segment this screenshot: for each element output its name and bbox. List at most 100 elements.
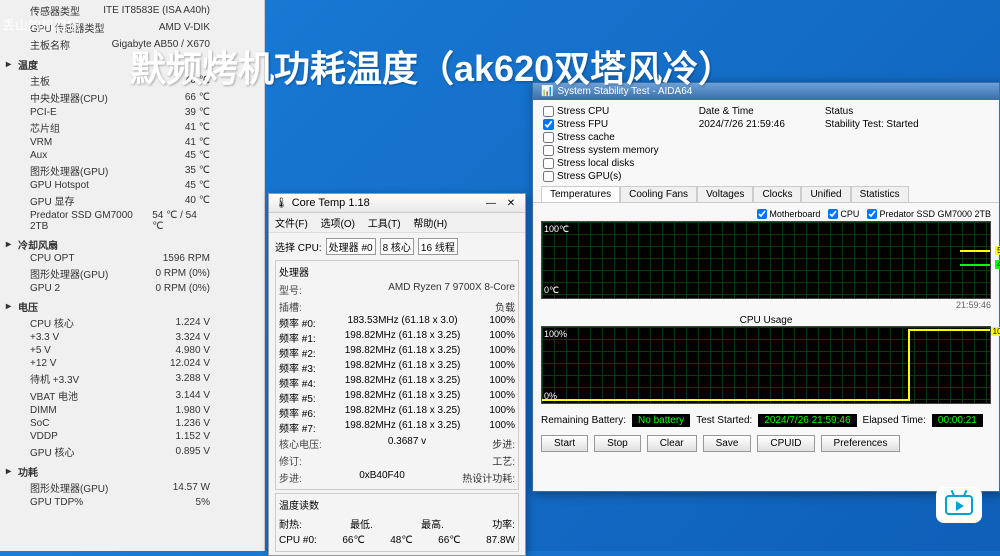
legend-cpu[interactable]: CPU [828, 209, 859, 219]
menu-options[interactable]: 选项(O) [321, 219, 355, 230]
temp-label: PCI-E [30, 107, 57, 118]
volt-label: SoC [30, 418, 49, 429]
volt-value: 3.288 V [176, 373, 210, 384]
power-value: 5% [196, 497, 210, 508]
volt-section-header[interactable]: ▸电压 [6, 299, 258, 314]
date-label: Date & Time [699, 106, 754, 117]
stress-cpu-checkbox[interactable]: Stress CPU [543, 106, 659, 117]
aida-tab[interactable]: Voltages [697, 186, 753, 202]
chart2-ymax: 100% [544, 329, 567, 339]
fan-section-header[interactable]: ▸冷却风扇 [6, 237, 258, 252]
volt-label: +12 V [30, 358, 56, 369]
volt-value: 4.980 V [176, 345, 210, 356]
volt-row: VBAT 电池 3.144 V [6, 387, 258, 404]
volt-value: 1.224 V [176, 317, 210, 328]
power-section-header[interactable]: ▸功耗 [6, 464, 258, 479]
cores-count: 8 核心 [380, 238, 414, 255]
volt-label: VDDP [30, 431, 58, 442]
volt-value: 12.024 V [170, 358, 210, 369]
chart1-ymin: 0℃ [544, 285, 559, 296]
temp-value: 45 ℃ [185, 180, 210, 191]
volt-label: +5 V [30, 345, 51, 356]
menu-file[interactable]: 文件(F) [275, 219, 308, 230]
started-label: Test Started: [696, 415, 752, 426]
processor-select[interactable]: 处理器 #0 [326, 238, 376, 255]
coretemp-icon: 🌡 [275, 198, 288, 209]
fan-value: 1596 RPM [163, 253, 210, 264]
preferences-button[interactable]: Preferences [821, 435, 901, 452]
cpu-temp-pwr: 87.8W [486, 535, 515, 546]
save-button[interactable]: Save [703, 435, 752, 452]
temp-value: 35 ℃ [185, 165, 210, 176]
temp-value: 66 ℃ [185, 92, 210, 103]
freq-row: 频率 #2: 198.82MHz (61.18 x 3.25) 100% [279, 345, 515, 360]
step-label: 步进: [492, 436, 515, 451]
aida-tab[interactable]: Unified [801, 186, 850, 202]
stress-cache-checkbox[interactable]: Stress cache [543, 132, 659, 143]
freq-idx: 频率 #0: [279, 315, 316, 330]
freq-idx: 频率 #1: [279, 330, 316, 345]
select-cpu-label: 选择 CPU: [275, 239, 322, 254]
stress-fpu-checkbox[interactable]: Stress FPU [543, 119, 659, 130]
freq-row: 频率 #0: 183.53MHz (61.18 x 3.0) 100% [279, 315, 515, 330]
chart1-ymax: 100℃ [544, 224, 569, 235]
close-button[interactable]: ✕ [503, 198, 519, 209]
temp-label: VRM [30, 137, 52, 148]
fan-label: GPU 2 [30, 283, 60, 294]
volt-label: DIMM [30, 405, 57, 416]
temp-label: 主板 [30, 73, 50, 88]
menu-help[interactable]: 帮助(H) [413, 219, 447, 230]
freq-idx: 频率 #6: [279, 405, 316, 420]
temp-row: PCI-E 39 ℃ [6, 106, 258, 119]
freq-load: 100% [489, 315, 515, 330]
coretemp-menu: 文件(F) 选项(O) 工具(T) 帮助(H) [269, 213, 525, 233]
max-label: 最高. [421, 516, 444, 531]
processor-group-title: 处理器 [279, 264, 515, 279]
temp-value: 45 ℃ [185, 150, 210, 161]
minimize-button[interactable]: — [483, 198, 499, 209]
clear-button[interactable]: Clear [647, 435, 697, 452]
temp-row: GPU Hotspot 45 ℃ [6, 179, 258, 192]
stop-button[interactable]: Stop [594, 435, 641, 452]
coretemp-title: Core Temp 1.18 [292, 197, 479, 209]
aida-tab[interactable]: Cooling Fans [620, 186, 697, 202]
temp-row: VRM 41 ℃ [6, 136, 258, 149]
aida-tab[interactable]: Clocks [753, 186, 801, 202]
stress-gpu-checkbox[interactable]: Stress GPU(s) [543, 171, 659, 182]
volt-value: 0.895 V [176, 446, 210, 457]
start-button[interactable]: Start [541, 435, 588, 452]
freq-val: 198.82MHz (61.18 x 3.25) [345, 375, 461, 390]
aida-tab[interactable]: Temperatures [541, 186, 620, 202]
volt-row: 待机 +3.3V 3.288 V [6, 370, 258, 387]
temp-row: 图形处理器(GPU) 35 ℃ [6, 162, 258, 179]
freq-load: 100% [489, 360, 515, 375]
freq-val: 198.82MHz (61.18 x 3.25) [345, 390, 461, 405]
power-row: 图形处理器(GPU) 14.57 W [6, 479, 258, 496]
stress-disk-checkbox[interactable]: Stress local disks [543, 158, 659, 169]
stress-mem-checkbox[interactable]: Stress system memory [543, 145, 659, 156]
coretemp-titlebar[interactable]: 🌡 Core Temp 1.18 — ✕ [269, 194, 525, 213]
volt-row: +12 V 12.024 V [6, 357, 258, 370]
legend-motherboard[interactable]: Motherboard [757, 209, 820, 219]
freq-row: 频率 #7: 198.82MHz (61.18 x 3.25) 100% [279, 420, 515, 435]
freq-row: 频率 #1: 198.82MHz (61.18 x 3.25) 100% [279, 330, 515, 345]
fan-value: 0 RPM (0%) [156, 268, 210, 279]
min-label: 最低. [350, 516, 373, 531]
freq-idx: 频率 #2: [279, 345, 316, 360]
volt-row: +3.3 V 3.324 V [6, 331, 258, 344]
freq-load: 100% [489, 375, 515, 390]
model-label: 型号: [279, 282, 302, 297]
legend-ssd[interactable]: Predator SSD GM7000 2TB [867, 209, 991, 219]
temp-chart: 100℃ 0℃ 54 40 [541, 221, 991, 299]
vcore-value: 0.3687 v [388, 436, 426, 451]
volt-row: CPU 核心 1.224 V [6, 314, 258, 331]
aida-tab[interactable]: Statistics [851, 186, 909, 202]
cpuid-button[interactable]: CPUID [757, 435, 814, 452]
power-label: 图形处理器(GPU) [30, 480, 108, 495]
volt-value: 1.152 V [176, 431, 210, 442]
volt-row: SoC 1.236 V [6, 417, 258, 430]
menu-tools[interactable]: 工具(T) [368, 219, 401, 230]
temp-group-title: 温度读数 [279, 497, 515, 512]
pwr-label: 功率: [492, 516, 515, 531]
volt-row: VDDP 1.152 V [6, 430, 258, 443]
